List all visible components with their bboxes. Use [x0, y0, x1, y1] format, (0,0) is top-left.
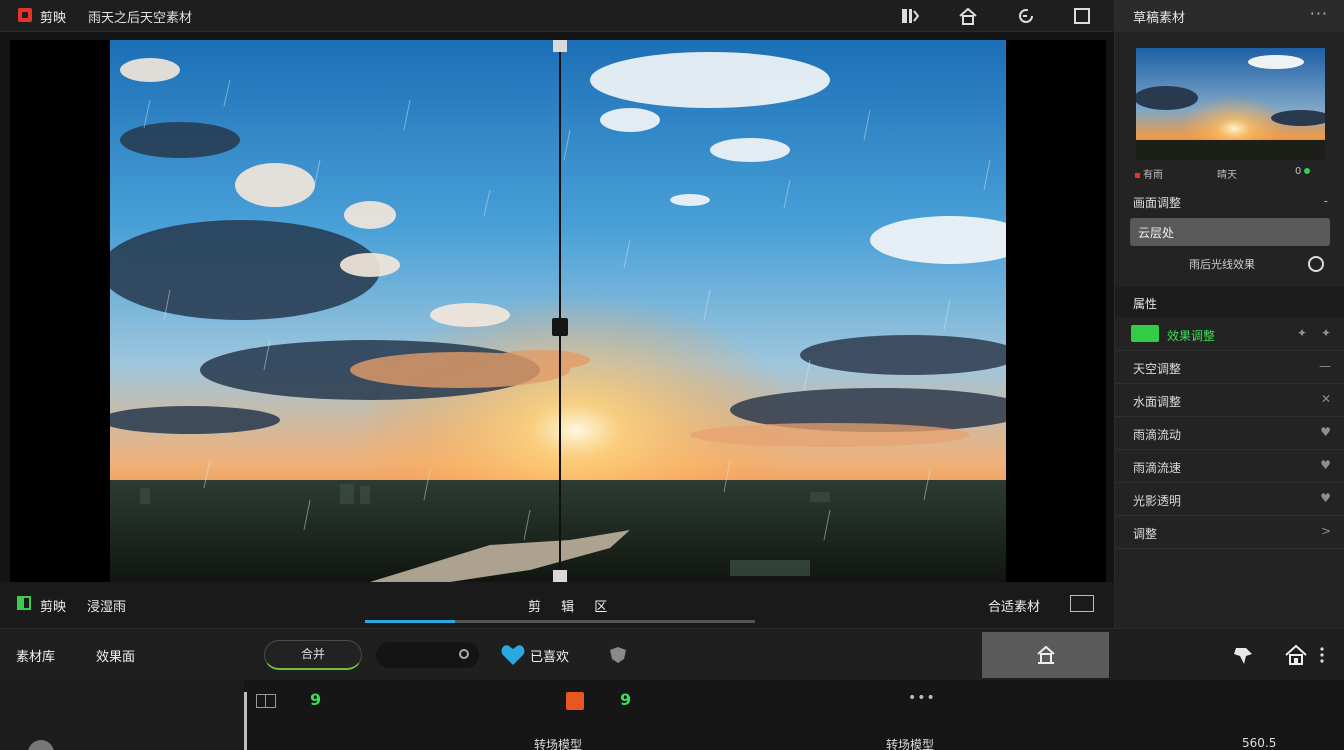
track-count: 9: [310, 690, 322, 709]
export-icon: [1036, 645, 1055, 664]
property-row-effect[interactable]: 效果调整 ✦ ✦: [1115, 318, 1344, 351]
layer-badge-icon[interactable]: [17, 596, 31, 610]
main-toolbar: 素材库 效果面 合并 已喜欢: [0, 628, 1344, 680]
property-control[interactable]: >: [1321, 524, 1331, 538]
star-icon[interactable]: ✦: [1321, 326, 1331, 340]
property-control[interactable]: —: [1319, 359, 1331, 373]
home-icon[interactable]: [956, 4, 980, 28]
refresh-icon[interactable]: [1014, 4, 1038, 28]
pin-icon[interactable]: [1230, 641, 1258, 669]
home-icon[interactable]: [1282, 641, 1310, 669]
viewer-label-app: 剪映: [40, 600, 67, 615]
thumb-meta-right: 0: [1295, 166, 1311, 177]
section-label-adjust[interactable]: 画面调整: [1133, 194, 1181, 211]
effect-hint: 雨后光线效果: [1189, 258, 1255, 271]
track-count-2: 9: [620, 690, 632, 709]
square-icon[interactable]: [1070, 4, 1094, 28]
green-dot-icon: [1304, 168, 1311, 174]
red-dot-icon: [1135, 172, 1140, 178]
property-label: 天空调整: [1133, 362, 1182, 376]
property-row-rain-flow[interactable]: 雨滴流动 ♥: [1115, 417, 1344, 450]
shield-icon[interactable]: [608, 645, 628, 665]
clip-icon[interactable]: [898, 4, 922, 28]
preset-select[interactable]: 云层处: [1130, 218, 1330, 246]
material-thumbnail[interactable]: [1136, 48, 1325, 160]
property-label: 调整: [1133, 527, 1158, 541]
preview-viewer[interactable]: [10, 40, 1106, 582]
record-icon[interactable]: [566, 692, 584, 710]
viewer-right-label[interactable]: 合适素材: [988, 596, 1040, 615]
thumb-meta-middle: 晴天: [1217, 170, 1237, 181]
property-control[interactable]: ♥: [1320, 491, 1331, 505]
duration-value: 560.5: [1242, 736, 1277, 750]
property-row-water[interactable]: 水面调整 ✕: [1115, 384, 1344, 417]
right-panel: 草稿素材 ··· 有雨 晴天 0 画面调整 - 云层处 雨后光线效果 属性 效果…: [1114, 0, 1344, 628]
preview-image: [110, 40, 1006, 582]
toolbar-item-effects[interactable]: 效果面: [96, 646, 135, 665]
property-label: 雨滴流动: [1133, 428, 1182, 442]
right-panel-header: 草稿素材 ···: [1115, 0, 1344, 32]
pin-icon[interactable]: ✦: [1297, 326, 1307, 340]
toolbar-item-library[interactable]: 素材库: [16, 646, 55, 665]
timeline-area: 9 9 ••• 转场模型 转场模型 560.5: [0, 680, 1344, 750]
more-icon[interactable]: •••: [908, 690, 936, 706]
app-logo-icon: [18, 8, 32, 22]
timeline-left-panel: [0, 680, 244, 750]
property-label: 效果调整: [1167, 329, 1216, 343]
liked-label[interactable]: 已喜欢: [530, 646, 569, 665]
divider-handle[interactable]: [552, 318, 568, 336]
search-icon: [459, 649, 469, 659]
section-collapse-icon[interactable]: -: [1324, 194, 1328, 208]
reset-icon[interactable]: [1308, 256, 1324, 272]
fit-screen-icon[interactable]: [1070, 595, 1094, 612]
top-bar: 剪映 雨天之后天空素材: [0, 0, 1114, 32]
viewer-label-effect[interactable]: 浸湿雨: [87, 596, 126, 615]
transition-label: 转场模型: [534, 738, 583, 750]
app-title: 剪映: [40, 11, 67, 26]
property-row-sky[interactable]: 天空调整 —: [1115, 351, 1344, 384]
property-row-rain-speed[interactable]: 雨滴流速 ♥: [1115, 450, 1344, 483]
divider-top-cap[interactable]: [553, 40, 567, 52]
transition-label-2: 转场模型: [886, 738, 935, 750]
right-panel-title: 草稿素材: [1133, 11, 1186, 26]
divider-bottom-cap[interactable]: [553, 570, 567, 582]
viewer-center-label: 剪 辑 区: [528, 600, 616, 615]
property-row-adjust[interactable]: 调整 >: [1115, 516, 1344, 549]
enabled-badge-icon[interactable]: [1131, 325, 1159, 342]
thumb-meta-left-text: 有雨: [1143, 170, 1163, 181]
more-icon[interactable]: ···: [1310, 4, 1328, 23]
scrub-progress: [365, 620, 455, 623]
thumb-meta-left: 有雨: [1135, 166, 1163, 181]
property-control[interactable]: ♥: [1320, 458, 1331, 472]
viewer-bar: 剪映 浸湿雨 剪 辑 区 合适素材: [0, 582, 1114, 628]
compare-divider[interactable]: [559, 40, 561, 582]
property-control[interactable]: ♥: [1320, 425, 1331, 439]
grid-icon[interactable]: [256, 694, 276, 708]
property-row-light[interactable]: 光影透明 ♥: [1115, 483, 1344, 516]
export-button[interactable]: [982, 632, 1109, 678]
property-control[interactable]: ✕: [1321, 392, 1331, 406]
property-label: 光影透明: [1133, 494, 1182, 508]
heart-icon[interactable]: [500, 643, 526, 667]
scrub-track[interactable]: [365, 620, 755, 623]
project-name: 雨天之后天空素材: [88, 11, 193, 26]
search-field[interactable]: [376, 642, 479, 668]
timeline-separator[interactable]: [244, 692, 247, 750]
property-label: 水面调整: [1133, 395, 1182, 409]
avatar[interactable]: [28, 740, 54, 750]
section-label-properties: 属性: [1133, 297, 1158, 311]
kebab-menu-icon[interactable]: [1314, 641, 1330, 669]
property-label: 雨滴流速: [1133, 461, 1182, 475]
thumb-meta-right-text: 0: [1295, 166, 1302, 177]
merge-button[interactable]: 合并: [264, 640, 362, 670]
